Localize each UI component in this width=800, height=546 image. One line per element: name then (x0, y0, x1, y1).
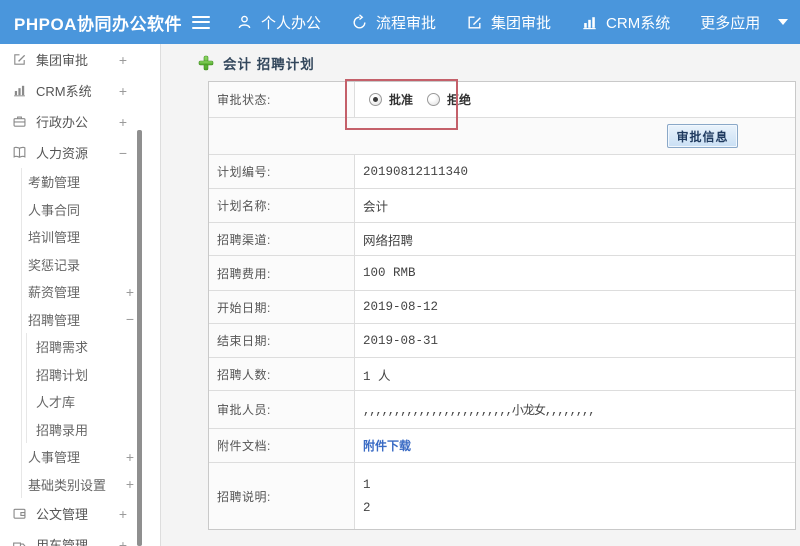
nav-label: 个人办公 (261, 14, 322, 32)
table-row: 结束日期: 2019-08-31 (209, 324, 795, 358)
expander[interactable]: + (119, 114, 127, 130)
sidebar-item-admin-office[interactable]: 行政办公 + (0, 106, 160, 137)
edit-square-icon (14, 54, 26, 65)
sidebar-item-documents[interactable]: 公文管理 + (0, 498, 160, 529)
sidebar-item-crm[interactable]: CRM系统 + (0, 75, 160, 106)
nav-crm-system[interactable]: CRM系统 (581, 12, 670, 33)
briefcase-icon (13, 116, 26, 127)
expander[interactable]: − (126, 311, 134, 327)
field-label: 招聘费用: (209, 256, 355, 290)
process-icon (351, 13, 368, 31)
nav-label: CRM系统 (606, 14, 671, 32)
button-row: 审批信息 (209, 118, 795, 155)
nav-group-approval[interactable]: 集团审批 (466, 12, 551, 33)
nav-label: 更多应用 (700, 14, 761, 32)
field-label: 招聘渠道: (209, 223, 355, 255)
attachment-download-link[interactable]: 附件下载 (363, 437, 411, 454)
add-icon[interactable] (198, 55, 214, 71)
page-title: 会计 招聘计划 (223, 57, 315, 72)
expander[interactable]: + (126, 449, 134, 465)
field-label: 附件文档: (209, 429, 355, 462)
expander[interactable]: + (126, 476, 134, 492)
approve-option[interactable]: 批准 (369, 91, 413, 108)
chevron-down-icon (778, 19, 789, 25)
book-icon (13, 146, 26, 158)
car-icon (13, 542, 26, 546)
nav-personal-office[interactable]: 个人办公 (236, 12, 321, 33)
field-label: 招聘人数: (209, 358, 355, 390)
app-title: PHPOA协同办公软件 (14, 14, 182, 34)
status-row: 审批状态: 批准 拒绝 (209, 82, 795, 118)
person-icon (236, 14, 253, 31)
bar-chart-icon (14, 85, 25, 97)
recruit-plan-detail-table: 审批状态: 批准 拒绝 审批信息 计划编号: 20190812111340 计划… (208, 81, 796, 530)
field-value: ,,,,,,,,,,,,,,,,,,,,,,,,小龙女,,,,,,,, (363, 404, 595, 418)
main-content: 会计 招聘计划 审批状态: 批准 拒绝 审批信息 计划编号: 201908121… (162, 44, 800, 546)
nav-more-apps[interactable]: 更多应用 (700, 12, 789, 33)
topbar: PHPOA协同办公软件 个人办公 流程审批 集团审批 CRM系统 更多应用 (0, 0, 800, 44)
field-value: 20190812111340 (363, 164, 469, 179)
sidebar-item-group-approval[interactable]: 集团审批 + (0, 44, 160, 75)
field-value: 2019-08-31 (363, 333, 439, 348)
field-label: 招聘说明: (209, 463, 355, 529)
field-value: 1 人 (363, 369, 391, 384)
field-value: 网络招聘 (363, 234, 414, 249)
field-label: 审批人员: (209, 391, 355, 428)
expander[interactable]: + (119, 506, 127, 522)
sidebar: 集团审批 + CRM系统 + 行政办公 + 人力资源 − 考勤管理 人事合同 培训管理 … (0, 44, 161, 546)
field-label: 开始日期: (209, 291, 355, 323)
menu-toggle-icon[interactable] (192, 15, 210, 29)
field-value: 2019-08-12 (363, 300, 439, 314)
document-icon (13, 508, 26, 519)
table-row: 计划编号: 20190812111340 (209, 155, 795, 189)
expander[interactable]: + (119, 537, 127, 546)
table-row: 招聘说明: 1 2 (209, 463, 795, 529)
table-row: 招聘费用: 100 RMB (209, 256, 795, 291)
expander[interactable]: + (126, 284, 134, 300)
field-label: 结束日期: (209, 324, 355, 357)
table-row: 招聘渠道: 网络招聘 (209, 223, 795, 256)
app-window: PHPOA协同办公软件 个人办公 流程审批 集团审批 CRM系统 更多应用 集团… (0, 0, 800, 546)
table-row: 计划名称: 会计 (209, 189, 795, 223)
nav-label: 集团审批 (491, 14, 552, 32)
table-row: 开始日期: 2019-08-12 (209, 291, 795, 324)
field-value: 100 RMB (363, 266, 416, 280)
approve-info-button[interactable]: 审批信息 (667, 124, 738, 148)
table-row: 招聘人数: 1 人 (209, 358, 795, 391)
nav-label: 流程审批 (376, 14, 437, 32)
bar-chart-icon (581, 14, 598, 31)
sidebar-item-hr[interactable]: 人力资源 − (0, 137, 160, 168)
expander[interactable]: + (119, 52, 127, 68)
reject-option[interactable]: 拒绝 (427, 91, 471, 108)
page-header: 会计 招聘计划 (198, 53, 315, 73)
table-row: 附件文档: 附件下载 (209, 429, 795, 463)
field-value: 12 (363, 477, 371, 515)
expander[interactable]: − (119, 145, 127, 161)
status-value-cell: 批准 拒绝 (355, 82, 795, 117)
table-row: 审批人员: ,,,,,,,,,,,,,,,,,,,,,,,,小龙女,,,,,,,, (209, 391, 795, 429)
field-value: 会计 (363, 201, 389, 215)
field-label: 计划名称: (209, 189, 355, 222)
edit-square-icon (466, 14, 483, 31)
top-nav: 个人办公 流程审批 集团审批 CRM系统 更多应用 (236, 12, 789, 33)
expander[interactable]: + (119, 83, 127, 99)
sidebar-item-vehicle[interactable]: 用车管理 + (0, 529, 160, 546)
sidebar-scrollbar[interactable] (137, 130, 142, 546)
approval-status-radios: 批准 拒绝 (363, 91, 471, 108)
field-label: 计划编号: (209, 155, 355, 188)
radio-approve[interactable] (369, 93, 382, 106)
nav-process-approval[interactable]: 流程审批 (351, 12, 436, 33)
field-label: 审批状态: (209, 82, 355, 117)
radio-reject[interactable] (427, 93, 441, 106)
